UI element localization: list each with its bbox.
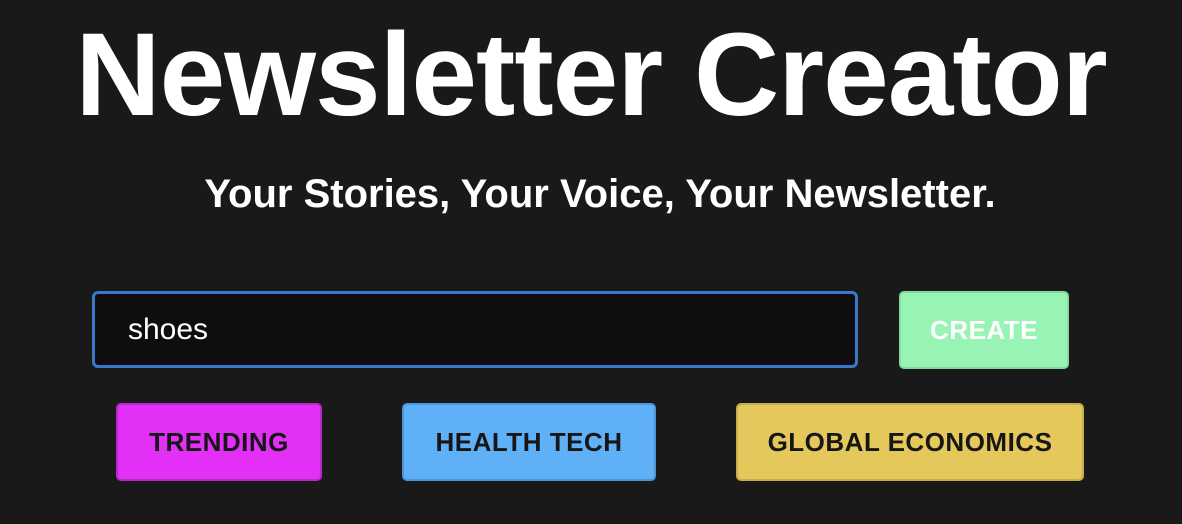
page-subtitle: Your Stories, Your Voice, Your Newslette… [204,172,996,216]
global-economics-tag-button[interactable]: GLOBAL ECONOMICS [736,403,1084,481]
health-tech-tag-button[interactable]: HEALTH TECH [402,403,656,481]
page-title: Newsletter Creator [75,9,1107,141]
topic-input[interactable] [92,291,858,368]
trending-tag-button[interactable]: TRENDING [116,403,322,481]
create-button[interactable]: CREATE [899,291,1069,369]
